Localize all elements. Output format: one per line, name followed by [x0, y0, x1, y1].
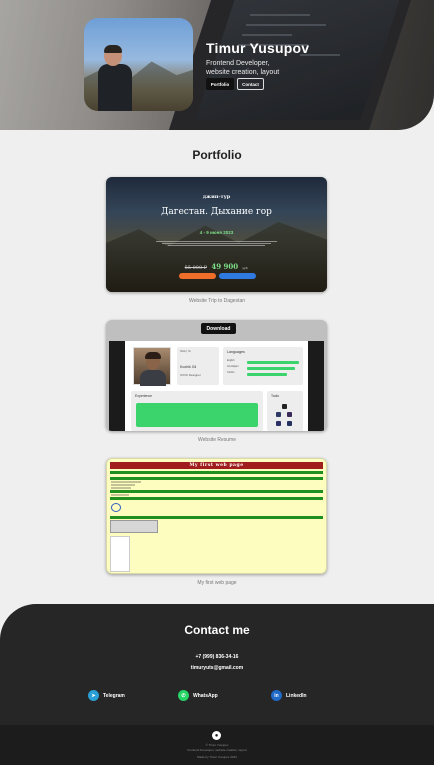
hero-role-line1: Frontend Developer, [206, 60, 270, 67]
resume-languages-box: Languages English Azerbaijani Turkish [223, 347, 303, 385]
resume-person-role: UX/UI Designer [180, 373, 201, 377]
project-pretitle: джип-тур [202, 194, 231, 200]
footer-tagline: Frontend Developer, website creation, la… [187, 748, 247, 752]
project-card-first-page[interactable]: My first web page [106, 458, 327, 574]
telegram-icon: ➤ [88, 690, 99, 701]
first-page-logo [111, 503, 121, 512]
telegram-link[interactable]: ➤ Telegram [88, 688, 125, 703]
tools-label: Tools [271, 394, 279, 398]
telegram-label: Telegram [103, 692, 125, 699]
project-dates: 4 - 9 июня 2023 [199, 230, 234, 235]
hero-banner: Timur Yusupov Frontend Developer, websit… [0, 0, 434, 130]
whatsapp-link[interactable]: ✆ WhatsApp [178, 688, 218, 703]
resume-experience-box: Experience [131, 391, 263, 431]
experience-label: Experience [135, 394, 152, 398]
contact-button[interactable]: Contact [237, 78, 264, 90]
contact-phone[interactable]: +7 (999) 836-34-16 [0, 654, 434, 660]
footer-made-by: Made by Timur Yusupov 2023 [197, 755, 237, 759]
project-orange-button [179, 273, 216, 279]
project-description-lines [156, 240, 277, 247]
project-blue-button [219, 273, 256, 279]
whatsapp-icon: ✆ [178, 690, 189, 701]
resume-person-name: Kozhik Gil [180, 365, 197, 369]
project-caption-resume: Website Resume [198, 437, 236, 443]
footer-copyright: © Timur Yusupov [205, 743, 229, 747]
first-page-table [110, 520, 158, 533]
old-price: 55 000 ₽ [184, 265, 207, 271]
whatsapp-label: WhatsApp [193, 692, 218, 699]
hero-name: Timur Yusupov [206, 40, 310, 56]
linkedin-link[interactable]: in LinkedIn [271, 688, 307, 703]
resume-sheet: Hello | I'm Kozhik Gil UX/UI Designer La… [109, 341, 324, 431]
contact-title: Contact me [184, 623, 250, 637]
resume-info-box: Hello | I'm Kozhik Gil UX/UI Designer [177, 347, 219, 385]
portfolio-button[interactable]: Portfolio [206, 78, 234, 90]
first-page-header: My first web page [110, 462, 323, 469]
project-headline: Дагестан. Дыхание гор [161, 207, 272, 217]
hero-role-line2: website creation, layout [206, 69, 280, 76]
project-prices: 55 000 ₽ 49 900 руб. [106, 256, 327, 274]
portfolio-title: Portfolio [192, 148, 242, 162]
linkedin-label: LinkedIn [286, 692, 307, 699]
price-unit: руб. [242, 266, 249, 270]
languages-label: Languages [227, 350, 245, 354]
footer: ● © Timur Yusupov Frontend Developer, we… [0, 725, 434, 765]
download-button[interactable]: Download [201, 323, 236, 334]
contact-email[interactable]: timuryuts@gmail.com [0, 665, 434, 671]
project-caption-first-page: My first web page [197, 580, 237, 586]
project-card-resume[interactable]: Download Hello | I'm Kozhik Gil UX/UI De… [106, 320, 327, 431]
first-page-sidebar [110, 536, 130, 572]
avatar [84, 18, 193, 111]
project-card-dagestan[interactable]: джип-тур Дагестан. Дыхание гор 4 - 9 июн… [106, 177, 327, 292]
hero-role: Frontend Developer, website creation, la… [206, 59, 316, 77]
github-icon[interactable]: ● [212, 731, 221, 740]
resume-tools-box: Tools [267, 391, 303, 431]
linkedin-icon: in [271, 690, 282, 701]
resume-photo [133, 347, 171, 386]
project-caption-dagestan: Website Trip to Dagestan [188, 298, 246, 304]
new-price: 49 900 [211, 262, 239, 271]
